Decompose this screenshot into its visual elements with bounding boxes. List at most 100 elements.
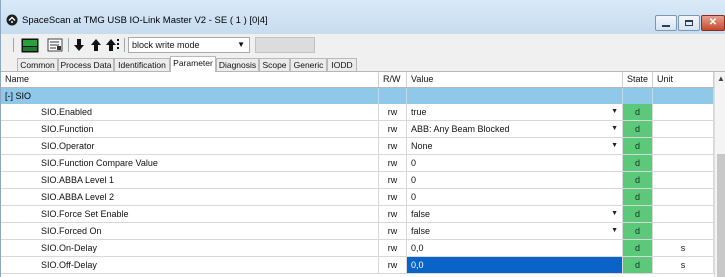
chevron-down-icon[interactable]: ▼ bbox=[611, 206, 618, 222]
tab-process-data[interactable]: Process Data bbox=[58, 58, 114, 71]
upload-all-icon[interactable] bbox=[105, 37, 121, 53]
tab-identification[interactable]: Identification bbox=[114, 58, 170, 71]
toolbar-separator bbox=[68, 38, 69, 52]
upload-arrow-icon[interactable] bbox=[89, 37, 103, 53]
value-input-text: 0 bbox=[411, 158, 417, 168]
access-cell: rw bbox=[379, 104, 407, 120]
parameter-name-cell-text: SIO.ABBA Level 1 bbox=[41, 175, 115, 185]
access-cell-text: rw bbox=[387, 141, 398, 151]
close-button[interactable]: ✕ bbox=[701, 15, 725, 31]
table-row[interactable]: SIO.Operator rw None ▼ d bbox=[1, 138, 714, 155]
value-input[interactable]: 0 bbox=[407, 189, 623, 205]
toolbar-grip bbox=[13, 38, 14, 52]
parameter-name-cell-text: SIO.Forced On bbox=[41, 226, 102, 236]
value-dropdown[interactable]: None ▼ bbox=[407, 138, 623, 154]
access-cell: rw bbox=[379, 206, 407, 222]
value-dropdown[interactable]: ABB: Any Beam Blocked ▼ bbox=[407, 121, 623, 137]
vertical-scrollbar[interactable]: ▲ bbox=[714, 72, 725, 277]
value-dropdown[interactable]: false ▼ bbox=[407, 223, 623, 239]
table-row[interactable]: SIO.Enabled rw true ▼ d bbox=[1, 104, 714, 121]
column-header-unit[interactable]: Unit bbox=[653, 72, 714, 87]
monitor-icon[interactable] bbox=[20, 37, 40, 53]
access-cell: rw bbox=[379, 257, 407, 273]
list-edit-icon[interactable] bbox=[45, 37, 65, 53]
value-dropdown-text: None bbox=[411, 141, 433, 151]
chevron-down-icon[interactable]: ▼ bbox=[611, 223, 618, 239]
parameter-name-cell-text: SIO.Force Set Enable bbox=[41, 209, 129, 219]
value-dropdown-text: true bbox=[411, 107, 427, 117]
state-badge-text: d bbox=[634, 124, 640, 134]
group-cell bbox=[623, 88, 653, 104]
access-cell-text: rw bbox=[387, 192, 398, 202]
tab-common[interactable]: Common bbox=[17, 58, 58, 71]
value-dropdown[interactable]: false ▼ bbox=[407, 206, 623, 222]
state-badge-text: d bbox=[634, 209, 640, 219]
group-row-sio[interactable]: [-] SIO bbox=[1, 88, 714, 104]
value-dropdown-text: false bbox=[411, 226, 431, 236]
table-row[interactable]: SIO.ABBA Level 1 rw 0 d bbox=[1, 172, 714, 189]
table-row[interactable]: SIO.ABBA Level 2 rw 0 d bbox=[1, 189, 714, 206]
unit-cell bbox=[653, 121, 714, 137]
chevron-down-icon[interactable]: ▼ bbox=[611, 121, 618, 137]
value-input[interactable]: 0 bbox=[407, 172, 623, 188]
access-cell-text: rw bbox=[387, 260, 398, 270]
tab-generic[interactable]: Generic bbox=[290, 58, 327, 71]
value-input-text: 0,0 bbox=[411, 260, 424, 270]
value-dropdown[interactable]: true ▼ bbox=[407, 104, 623, 120]
state-badge-text: d bbox=[634, 158, 640, 168]
tab-diagnosis[interactable]: Diagnosis bbox=[216, 58, 259, 71]
scroll-thumb[interactable] bbox=[717, 154, 725, 277]
maximize-button[interactable] bbox=[678, 15, 700, 31]
state-badge-text: d bbox=[634, 107, 640, 117]
parameter-name-cell-text: SIO.Operator bbox=[41, 141, 95, 151]
value-input[interactable]: 0,0 bbox=[407, 240, 623, 256]
column-header-value[interactable]: Value bbox=[407, 72, 623, 87]
access-cell-text: rw bbox=[387, 226, 398, 236]
column-header-state[interactable]: State bbox=[623, 72, 653, 87]
parameter-name-cell: SIO.Function bbox=[1, 121, 379, 137]
scroll-up-icon[interactable]: ▲ bbox=[715, 73, 725, 85]
state-badge-text: d bbox=[634, 243, 640, 253]
state-badge: d bbox=[623, 104, 653, 120]
chevron-down-icon[interactable]: ▼ bbox=[611, 104, 618, 120]
unit-cell bbox=[653, 206, 714, 222]
app-window: SpaceScan at TMG USB IO-Link Master V2 -… bbox=[0, 0, 725, 277]
state-badge: d bbox=[623, 155, 653, 171]
tab-parameter[interactable]: Parameter bbox=[170, 56, 216, 72]
unit-cell bbox=[653, 138, 714, 154]
minimize-button[interactable] bbox=[655, 15, 677, 31]
value-input[interactable]: 0 bbox=[407, 155, 623, 171]
parameter-name-cell-text: SIO.ABBA Level 2 bbox=[41, 192, 115, 202]
parameter-name-cell: SIO.Operator bbox=[1, 138, 379, 154]
tab-scope[interactable]: Scope bbox=[259, 58, 290, 71]
value-dropdown-text: ABB: Any Beam Blocked bbox=[411, 124, 510, 134]
value-dropdown-text: false bbox=[411, 209, 431, 219]
group-cell bbox=[379, 88, 407, 104]
state-badge: d bbox=[623, 172, 653, 188]
access-cell: rw bbox=[379, 138, 407, 154]
column-header-name[interactable]: Name bbox=[1, 72, 379, 87]
write-mode-select[interactable]: block write mode ▼ bbox=[128, 37, 250, 53]
toolbar: block write mode ▼ bbox=[1, 34, 725, 56]
table-row[interactable]: SIO.Function Compare Value rw 0 d bbox=[1, 155, 714, 172]
tab-iodd[interactable]: IODD bbox=[327, 58, 357, 71]
table-row[interactable]: SIO.Forced On rw false ▼ d bbox=[1, 223, 714, 240]
parameter-name-cell-text: SIO.Function bbox=[41, 124, 94, 134]
chevron-down-icon[interactable]: ▼ bbox=[611, 138, 618, 154]
access-cell-text: rw bbox=[387, 209, 398, 219]
table-row[interactable]: SIO.Off-Delay rw 0,0 d s bbox=[1, 257, 714, 274]
write-mode-value: block write mode bbox=[132, 40, 200, 50]
parameter-grid: Name R/W Value State Unit [-] SIO SIO.En… bbox=[1, 72, 725, 277]
title-bar[interactable]: SpaceScan at TMG USB IO-Link Master V2 -… bbox=[1, 0, 725, 34]
table-row[interactable]: SIO.Function rw ABB: Any Beam Blocked ▼ d bbox=[1, 121, 714, 138]
download-arrow-icon[interactable] bbox=[72, 37, 86, 53]
state-badge-text: d bbox=[634, 175, 640, 185]
access-cell: rw bbox=[379, 155, 407, 171]
table-row[interactable]: SIO.On-Delay rw 0,0 d s bbox=[1, 240, 714, 257]
state-badge-text: d bbox=[634, 260, 640, 270]
column-header-rw[interactable]: R/W bbox=[379, 72, 407, 87]
table-row[interactable]: SIO.Force Set Enable rw false ▼ d bbox=[1, 206, 714, 223]
value-input[interactable]: 0,0 bbox=[407, 257, 623, 273]
unit-cell bbox=[653, 223, 714, 239]
maximize-icon bbox=[685, 20, 693, 26]
